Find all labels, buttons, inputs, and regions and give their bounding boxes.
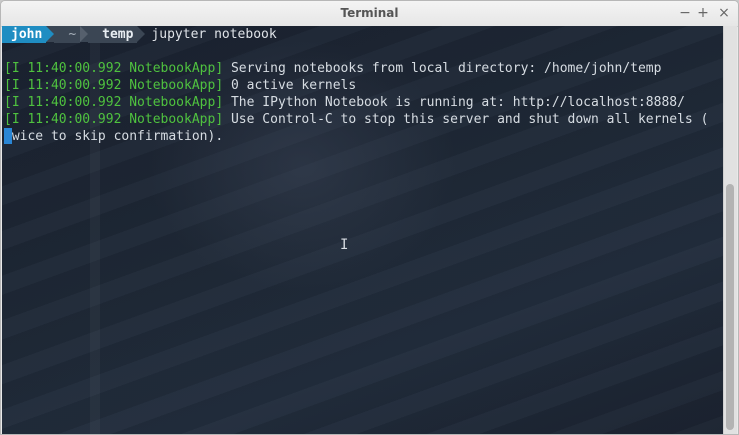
output-line: [I 11:40:00.992 NotebookApp] Use Control… bbox=[4, 111, 724, 128]
prompt-separator-icon bbox=[137, 26, 146, 42]
log-tag: [I 11:40:00.992 NotebookApp] bbox=[4, 95, 224, 110]
close-button[interactable]: × bbox=[715, 4, 733, 22]
log-text: Serving notebooks from local directory: … bbox=[223, 61, 662, 76]
terminal-output: [I 11:40:00.992 NotebookApp] Serving not… bbox=[4, 43, 724, 145]
output-line: [I 11:40:00.992 NotebookApp] The IPython… bbox=[4, 94, 724, 111]
log-text: 0 active kernels bbox=[223, 78, 357, 93]
log-tag: [I 11:40:00.992 NotebookApp] bbox=[4, 112, 224, 127]
output-line: [I 11:40:00.992 NotebookApp] Serving not… bbox=[4, 60, 724, 77]
output-line: twice to skip confirmation). bbox=[4, 128, 724, 145]
prompt-command: jupyter notebook bbox=[151, 27, 277, 42]
log-text: twice to skip confirmation). bbox=[4, 129, 224, 144]
scrollbar[interactable] bbox=[723, 26, 737, 434]
minimize-button[interactable]: − bbox=[676, 4, 694, 22]
prompt-directory: temp bbox=[88, 26, 138, 43]
log-tag: [I 11:40:00.992 NotebookApp] bbox=[4, 78, 224, 93]
shell-prompt: john ~ temp jupyter notebook bbox=[2, 26, 277, 43]
text-cursor bbox=[4, 128, 12, 144]
ibeam-cursor-icon: I bbox=[340, 237, 349, 253]
prompt-separator-icon bbox=[46, 26, 55, 42]
log-text: Use Control-C to stop this server and sh… bbox=[223, 112, 709, 127]
log-text: The IPython Notebook is running at: http… bbox=[223, 95, 685, 110]
scrollbar-thumb[interactable] bbox=[726, 184, 734, 430]
prompt-home: ~ bbox=[54, 26, 81, 43]
prompt-user: john bbox=[2, 26, 47, 43]
window-title: Terminal bbox=[340, 6, 399, 20]
title-bar[interactable]: Terminal − + × bbox=[1, 1, 738, 27]
terminal-area[interactable]: john ~ temp jupyter notebook [I 11:40:00… bbox=[2, 26, 725, 434]
prompt-separator-icon bbox=[80, 26, 89, 42]
terminal-window: Terminal − + × john ~ temp jupyter noteb… bbox=[0, 0, 739, 435]
output-line: [I 11:40:00.992 NotebookApp] 0 active ke… bbox=[4, 77, 724, 94]
log-tag: [I 11:40:00.992 NotebookApp] bbox=[4, 61, 224, 76]
maximize-button[interactable]: + bbox=[694, 4, 712, 22]
